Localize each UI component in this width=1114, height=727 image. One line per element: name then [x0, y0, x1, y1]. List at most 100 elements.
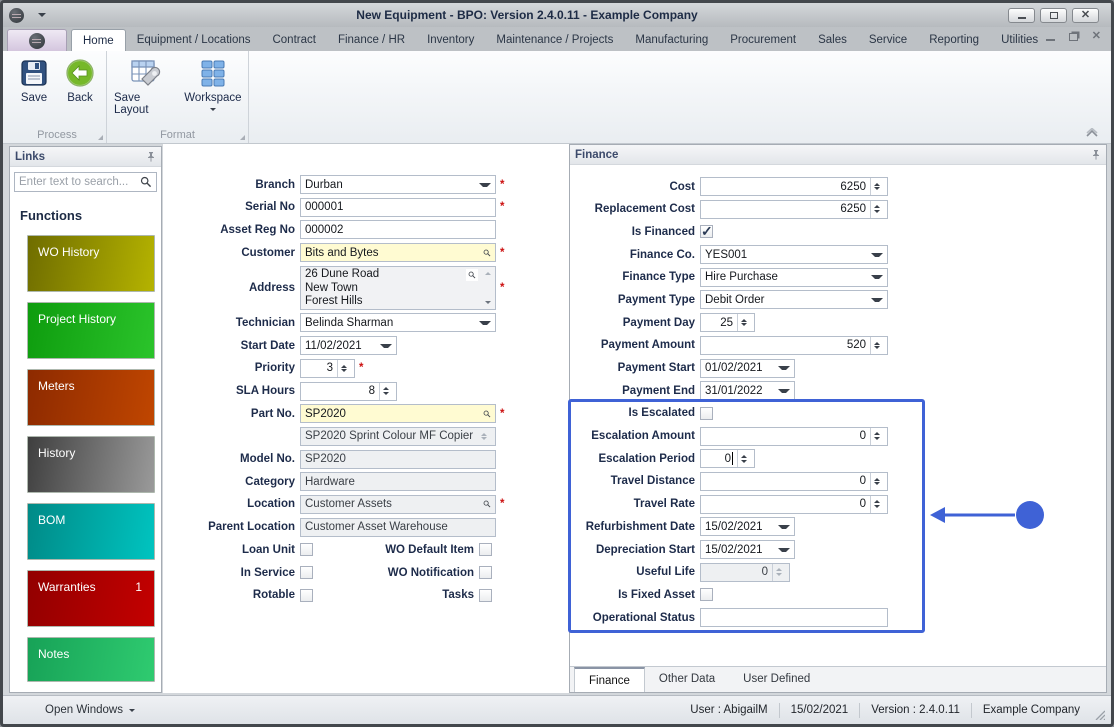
save-layout-button[interactable]: Save Layout — [111, 56, 180, 118]
is-escalated-checkbox[interactable] — [700, 406, 713, 420]
spinner-buttons[interactable] — [870, 178, 883, 195]
doc-minimize-icon[interactable] — [1045, 38, 1055, 41]
payment-amount-spinner[interactable]: 520 — [700, 335, 888, 355]
spinner-buttons[interactable] — [870, 427, 883, 445]
ribbon-tab-row: Home Equipment / Locations Contract Finance… — [3, 27, 1111, 51]
function-button[interactable]: BOM — [27, 503, 155, 560]
spinner-buttons[interactable] — [870, 495, 883, 513]
function-button[interactable]: Warranties 1 — [27, 570, 155, 627]
technician-select[interactable]: Belinda Sharman — [300, 313, 496, 333]
is-fixed-asset-checkbox[interactable] — [700, 588, 713, 602]
technician-label: Technician — [235, 316, 295, 329]
refurbishment-date-picker[interactable]: 15/02/2021 — [700, 517, 795, 537]
payment-end-picker[interactable]: 31/01/2022 — [700, 381, 795, 401]
payment-type-value: Debit Order — [705, 293, 765, 306]
start-date-picker[interactable]: 11/02/2021 — [300, 336, 397, 356]
in-service-checkbox[interactable] — [300, 566, 313, 579]
spinner-buttons[interactable] — [870, 472, 883, 490]
payment-day-spinner[interactable]: 25 — [700, 313, 755, 333]
scroll-down-icon[interactable] — [485, 300, 491, 304]
location-lookup-input[interactable]: Customer Assets — [300, 494, 496, 514]
ribbon-tabs: Home Equipment / Locations Contract Finance… — [71, 29, 1049, 51]
ribbon-tab[interactable]: Inventory — [416, 29, 485, 51]
save-button[interactable]: Save — [12, 56, 56, 106]
spinner-buttons[interactable] — [870, 336, 883, 354]
replacement-cost-spinner[interactable]: 6250 — [700, 199, 888, 219]
workspace-button[interactable]: Workspace — [182, 56, 244, 113]
search-icon[interactable] — [479, 498, 491, 510]
bottom-tab[interactable]: User Defined — [729, 667, 824, 692]
rotable-checkbox[interactable] — [300, 588, 313, 602]
search-icon[interactable] — [466, 268, 478, 281]
spinner-buttons[interactable] — [379, 382, 392, 400]
is-financed-checkbox[interactable] — [700, 223, 713, 240]
serial-no-input[interactable]: 000001 — [300, 197, 496, 217]
function-button[interactable]: History — [27, 436, 155, 493]
ribbon-tab[interactable]: Finance / HR — [327, 29, 416, 51]
doc-restore-icon[interactable] — [1068, 32, 1078, 41]
ribbon-tab[interactable]: Procurement — [719, 29, 807, 51]
spin-down-icon — [480, 437, 487, 441]
open-windows-button[interactable]: Open Windows — [45, 704, 135, 716]
doc-close-icon[interactable]: ✕ — [1092, 31, 1101, 42]
function-button[interactable]: WO History — [27, 235, 155, 292]
bottom-tab[interactable]: Other Data — [645, 667, 729, 692]
address-input[interactable]: 26 Dune Road New Town Forest Hills — [300, 265, 496, 310]
payment-type-select[interactable]: Debit Order — [700, 290, 888, 310]
travel-rate-spinner[interactable]: 0 — [700, 494, 888, 514]
close-button[interactable]: ✕ — [1072, 7, 1099, 23]
branch-select[interactable]: Durban — [300, 175, 496, 194]
customer-lookup-input[interactable]: Bits and Bytes — [300, 243, 496, 263]
operational-status-input[interactable] — [700, 608, 888, 628]
ribbon-tab[interactable]: Reporting — [918, 29, 990, 51]
spinner-buttons[interactable] — [737, 314, 750, 332]
function-button[interactable]: Notes — [27, 637, 155, 682]
pin-icon[interactable] — [1091, 149, 1101, 161]
ribbon-tab[interactable]: Sales — [807, 29, 858, 51]
tasks-checkbox[interactable] — [479, 588, 492, 602]
finance-type-select[interactable]: Hire Purchase — [700, 267, 888, 287]
function-button[interactable]: Project History — [27, 302, 155, 359]
escalation-period-spinner[interactable]: 0 — [700, 449, 755, 469]
scroll-up-icon[interactable] — [485, 271, 491, 275]
finance-co-select[interactable]: YES001 — [700, 245, 888, 265]
collapse-ribbon-icon[interactable] — [1085, 128, 1099, 137]
travel-distance-spinner[interactable]: 0 — [700, 471, 888, 491]
wo-notification-checkbox[interactable] — [479, 566, 492, 579]
spinner-buttons[interactable] — [870, 200, 883, 218]
part-no-lookup-input[interactable]: SP2020 — [300, 404, 496, 424]
ribbon-tab[interactable]: Home — [71, 29, 126, 51]
ribbon-tab[interactable]: Maintenance / Projects — [485, 29, 624, 51]
ribbon: Save Back Process Save Layout Workspace … — [3, 51, 1111, 144]
search-icon[interactable] — [479, 247, 491, 259]
ribbon-tab[interactable]: Utilities — [990, 29, 1049, 51]
function-button[interactable]: Meters — [27, 369, 155, 426]
ribbon-tab[interactable]: Contract — [261, 29, 326, 51]
maximize-button[interactable] — [1040, 7, 1067, 23]
cost-spinner[interactable]: 6250 — [700, 177, 888, 196]
resize-grip-icon[interactable] — [1093, 708, 1105, 720]
search-icon[interactable] — [479, 408, 491, 420]
asset-reg-no-input[interactable]: 000002 — [300, 220, 496, 240]
minimize-button[interactable] — [1008, 7, 1035, 23]
quick-access-caret-icon[interactable] — [38, 13, 46, 17]
ribbon-tab[interactable]: Equipment / Locations — [126, 29, 262, 51]
escalation-amount-spinner[interactable]: 0 — [700, 426, 888, 446]
back-button[interactable]: Back — [58, 56, 102, 106]
sla-hours-spinner[interactable]: 8 — [300, 381, 397, 401]
payment-start-picker[interactable]: 01/02/2021 — [700, 358, 795, 378]
application-button[interactable] — [7, 29, 67, 51]
wo-default-item-checkbox[interactable] — [479, 543, 492, 557]
ribbon-tab[interactable]: Service — [858, 29, 918, 51]
ribbon-tab[interactable]: Manufacturing — [624, 29, 719, 51]
loan-unit-checkbox[interactable] — [300, 543, 313, 557]
depreciation-start-picker[interactable]: 15/02/2021 — [700, 540, 795, 559]
spinner-buttons[interactable] — [737, 450, 750, 468]
links-search-input[interactable]: Enter text to search... — [14, 172, 157, 192]
spinner-buttons[interactable] — [337, 359, 350, 377]
priority-spinner[interactable]: 3 — [300, 358, 355, 378]
bottom-tab[interactable]: Finance — [574, 667, 645, 692]
pin-icon[interactable] — [146, 151, 156, 163]
dialog-launcher-icon[interactable] — [240, 135, 245, 140]
dialog-launcher-icon[interactable] — [98, 135, 103, 140]
